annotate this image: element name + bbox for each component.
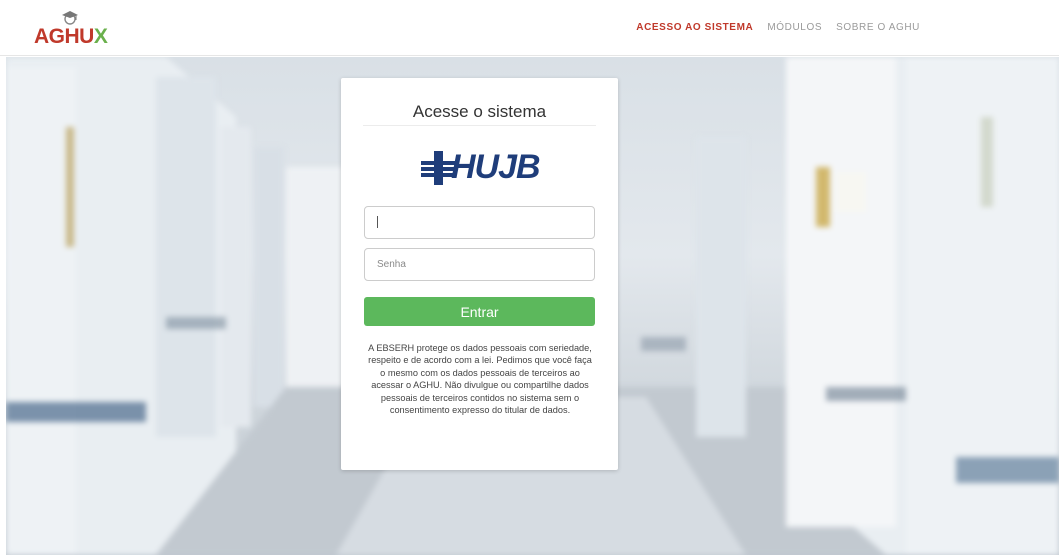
cross-icon	[421, 151, 455, 185]
nav-modulos[interactable]: MÓDULOS	[767, 22, 822, 33]
hujb-logo: HUJB	[421, 148, 541, 188]
login-button[interactable]: Entrar	[364, 297, 595, 326]
password-input[interactable]	[364, 248, 595, 281]
aghux-logo-text: AGHUX	[34, 25, 108, 48]
hujb-logo-text: HUJB	[451, 148, 541, 186]
title-divider	[363, 125, 596, 126]
aghux-logo[interactable]: AGHUX	[34, 10, 114, 48]
login-card: Acesse o sistema HUJB Entrar A EBSERH pr…	[341, 78, 618, 470]
login-title: Acesse o sistema	[412, 102, 547, 121]
graduation-cap-icon	[62, 11, 78, 25]
privacy-notice: A EBSERH protege os dados pessoais com s…	[368, 343, 592, 416]
username-input[interactable]	[364, 206, 595, 239]
top-navbar: AGHUX ACESSO AO SISTEMA MÓDULOS SOBRE O …	[0, 0, 1059, 56]
main-nav: ACESSO AO SISTEMA MÓDULOS SOBRE O AGHU	[622, 22, 920, 33]
nav-acesso-ao-sistema[interactable]: ACESSO AO SISTEMA	[636, 22, 753, 33]
text-cursor	[377, 216, 378, 228]
nav-sobre-o-aghu[interactable]: SOBRE O AGHU	[836, 22, 920, 33]
